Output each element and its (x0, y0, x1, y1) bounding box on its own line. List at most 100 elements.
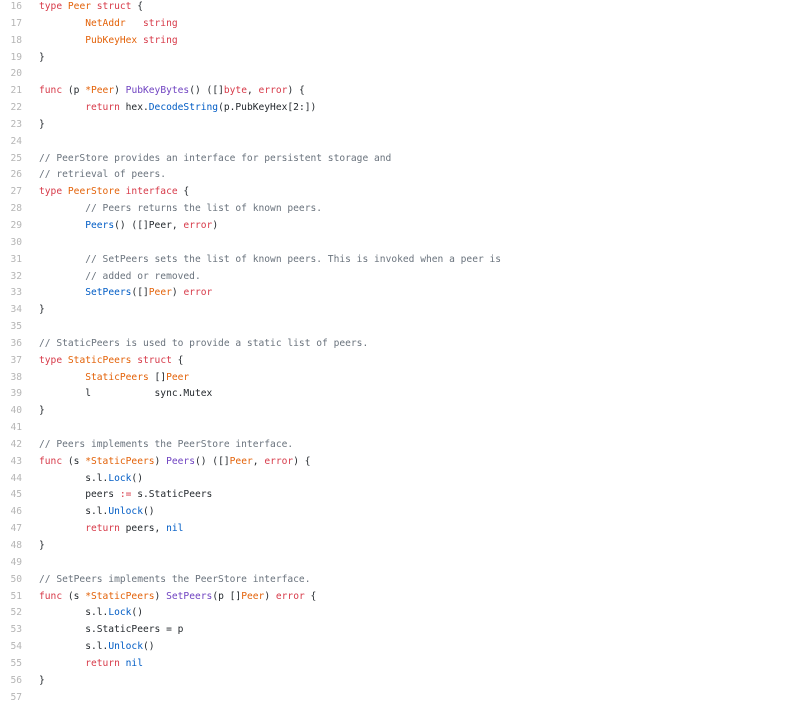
code-line: 49 (0, 555, 800, 572)
line-number[interactable]: 43 (0, 454, 22, 471)
text-token: s.l. (39, 641, 109, 653)
line-code: return peers, nil (22, 521, 183, 538)
line-number[interactable]: 32 (0, 269, 22, 286)
code-line: 21 func (p *Peer) PubKeyBytes() ([]byte, … (0, 83, 800, 100)
code-line: 29 Peers() ([]Peer, error) (0, 218, 800, 235)
line-number[interactable]: 56 (0, 673, 22, 690)
keyword-token: error (258, 85, 288, 97)
line-number[interactable]: 24 (0, 134, 22, 151)
line-number[interactable]: 52 (0, 605, 22, 622)
text-token: s.StaticPeers = p (39, 624, 184, 636)
text-token: hex. (119, 102, 149, 114)
call-token: Lock (108, 472, 132, 484)
line-number[interactable]: 54 (0, 639, 22, 656)
text-token: () ([]Peer, (114, 219, 184, 231)
keyword-token: string (142, 34, 178, 46)
call-token: nil (166, 523, 184, 535)
line-number[interactable]: 55 (0, 656, 22, 673)
line-number[interactable]: 49 (0, 555, 22, 572)
line-number[interactable]: 53 (0, 622, 22, 639)
type-token: *StaticPeers (85, 455, 155, 467)
line-code: s.l.Lock() (22, 471, 143, 488)
line-number[interactable]: 19 (0, 50, 22, 67)
call-token: Peers (85, 219, 115, 231)
line-number[interactable]: 44 (0, 471, 22, 488)
line-number[interactable]: 57 (0, 690, 22, 706)
line-number[interactable]: 28 (0, 201, 22, 218)
line-number[interactable]: 18 (0, 33, 22, 50)
line-number[interactable]: 34 (0, 302, 22, 319)
text-token: ) (154, 455, 167, 467)
text-token: peers, (119, 523, 167, 535)
line-number[interactable]: 50 (0, 572, 22, 589)
code-line: 37 type StaticPeers struct { (0, 353, 800, 370)
line-number[interactable]: 39 (0, 386, 22, 403)
type-token: NetAddr (85, 17, 126, 29)
text-token: () (131, 472, 143, 484)
code-line: 30 (0, 235, 800, 252)
type-token: StaticPeers (85, 371, 149, 383)
function-name-token: PubKeyBytes (125, 85, 190, 97)
line-number[interactable]: 36 (0, 336, 22, 353)
line-number[interactable]: 40 (0, 403, 22, 420)
text-token: () (142, 641, 155, 653)
keyword-token: string (142, 17, 178, 29)
line-number[interactable]: 51 (0, 589, 22, 606)
line-number[interactable]: 46 (0, 504, 22, 521)
text-token: ) (154, 590, 167, 602)
line-number[interactable]: 38 (0, 370, 22, 387)
type-token: StaticPeers (67, 354, 132, 366)
code-line: 42 // Peers implements the PeerStore inte… (0, 437, 800, 454)
keyword-token: interface (125, 186, 178, 198)
function-name-token: SetPeers (166, 590, 213, 602)
line-number[interactable]: 22 (0, 100, 22, 117)
line-number[interactable]: 30 (0, 235, 22, 252)
line-number[interactable]: 37 (0, 353, 22, 370)
line-number[interactable]: 35 (0, 319, 22, 336)
type-token: Peer (166, 371, 190, 383)
line-code: type PeerStore interface { (22, 184, 189, 201)
line-number[interactable]: 48 (0, 538, 22, 555)
line-number[interactable]: 20 (0, 66, 22, 83)
line-number[interactable]: 16 (0, 0, 22, 16)
line-code: // SetPeers sets the list of known peers… (22, 252, 501, 269)
call-token: nil (125, 657, 143, 669)
type-token: Peer (148, 287, 172, 299)
code-line: 43 func (s *StaticPeers) Peers() ([]Peer,… (0, 454, 800, 471)
line-number[interactable]: 25 (0, 151, 22, 168)
text-token: () (142, 506, 155, 518)
line-number[interactable]: 29 (0, 218, 22, 235)
text-token: ) { (287, 85, 305, 97)
text-token: (p.PubKeyHex[2:]) (218, 102, 317, 114)
code-line: 26 // retrieval of peers. (0, 167, 800, 184)
text-token: { (131, 1, 143, 12)
line-number[interactable]: 47 (0, 521, 22, 538)
line-code: // Peers returns the list of known peers… (22, 201, 322, 218)
line-number[interactable]: 23 (0, 117, 22, 134)
line-code: func (s *StaticPeers) Peers() ([]Peer, e… (22, 454, 311, 471)
text-token: s.StaticPeers (131, 489, 213, 501)
line-number[interactable]: 17 (0, 16, 22, 33)
line-code: s.l.Lock() (22, 605, 143, 622)
line-number[interactable]: 41 (0, 420, 22, 437)
code-line: 31 // SetPeers sets the list of known pe… (0, 252, 800, 269)
line-number[interactable]: 45 (0, 487, 22, 504)
keyword-token: struct (96, 1, 132, 12)
comment-token: // SetPeers implements the PeerStore int… (39, 573, 311, 585)
line-code: type StaticPeers struct { (22, 353, 183, 370)
text-token: [] (148, 371, 167, 383)
code-line: 24 (0, 134, 800, 151)
line-number[interactable]: 21 (0, 83, 22, 100)
line-number[interactable]: 33 (0, 285, 22, 302)
line-number[interactable]: 31 (0, 252, 22, 269)
text-token: } (39, 118, 45, 130)
line-number[interactable]: 26 (0, 167, 22, 184)
line-number[interactable]: 42 (0, 437, 22, 454)
line-number[interactable]: 27 (0, 184, 22, 201)
call-token: SetPeers (85, 287, 132, 299)
